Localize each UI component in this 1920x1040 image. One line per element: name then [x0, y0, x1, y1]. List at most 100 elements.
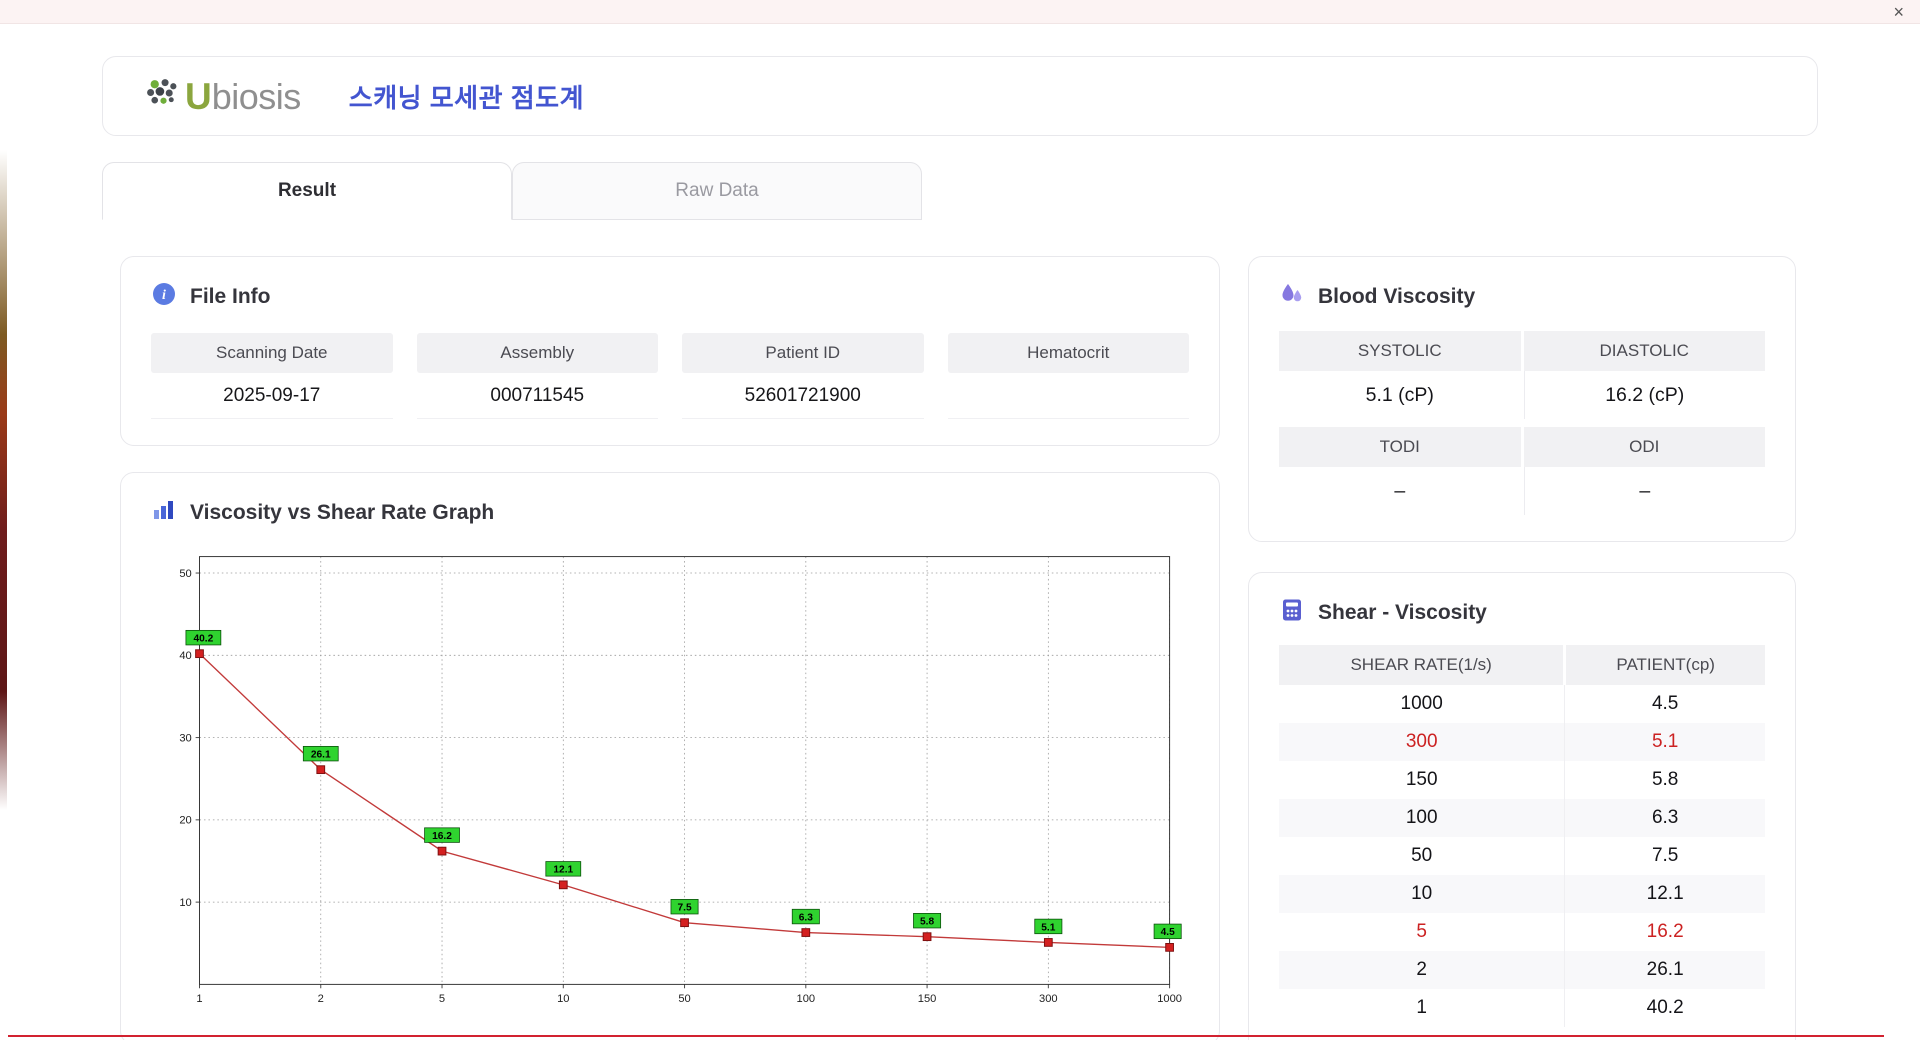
- todi-value: –: [1394, 479, 1406, 502]
- table-row: 10 12.1: [1279, 875, 1765, 913]
- patient-cell: 26.1: [1564, 951, 1765, 989]
- shear-rate-cell: 50: [1279, 837, 1566, 875]
- page-title: 스캐닝 모세관 점도계: [348, 82, 585, 113]
- svg-text:100: 100: [797, 993, 816, 1005]
- graph-title-text: Viscosity vs Shear Rate Graph: [190, 501, 495, 524]
- blood-viscosity-title-text: Blood Viscosity: [1318, 285, 1476, 308]
- calculator-icon: [1279, 597, 1305, 629]
- field-assembly: Assembly 000711545: [416, 333, 658, 419]
- field-label: Scanning Date: [151, 333, 393, 373]
- shear-rate-column-header: SHEAR RATE(1/s): [1279, 645, 1567, 685]
- patient-cell: 7.5: [1651, 845, 1679, 866]
- table-row: 100 6.3: [1279, 799, 1765, 837]
- field-value: 000711545: [416, 373, 658, 419]
- svg-text:40: 40: [179, 650, 191, 662]
- field-patient-id: Patient ID 52601721900: [682, 333, 924, 419]
- field-value: 52601721900: [682, 373, 924, 419]
- shear-rate-cell: 150: [1279, 761, 1566, 799]
- svg-text:50: 50: [179, 568, 191, 580]
- patient-cell: 5.8: [1651, 769, 1679, 790]
- patient-cell: 6.3: [1564, 799, 1765, 837]
- logo-rest: biosis: [211, 75, 302, 117]
- viscosity-chart: 1 2 5 10 50 100 150 300 1000 10 20 30 40 50 40.2 26.1 16…: [151, 543, 1189, 1018]
- shear-viscosity-table: SHEAR RATE(1/s) PATIENT(cp) 1000 4.5 300 5.…: [1279, 645, 1765, 1027]
- svg-text:1: 1: [196, 993, 202, 1005]
- file-info-fields: Scanning Date 2025-09-17 Assembly 000711…: [151, 333, 1189, 419]
- svg-text:2: 2: [318, 993, 324, 1005]
- left-edge-artifact: [0, 150, 7, 810]
- info-icon: i: [151, 281, 177, 313]
- bottom-edge-artifact: [8, 1035, 1884, 1037]
- diastolic-header: DIASTOLIC: [1523, 331, 1765, 371]
- shear-rate-cell: 2: [1279, 951, 1566, 989]
- svg-text:5.8: 5.8: [920, 917, 934, 928]
- shear-viscosity-title: Shear - Viscosity: [1279, 597, 1765, 629]
- close-icon[interactable]: ×: [1893, 1, 1904, 23]
- table-row: 2 26.1: [1279, 951, 1765, 989]
- table-row: 1 40.2: [1279, 989, 1765, 1027]
- todi-header: TODI: [1279, 427, 1521, 467]
- field-scanning-date: Scanning Date 2025-09-17: [151, 333, 393, 419]
- app-window: Ubiosis 스캐닝 모세관 점도계 Result Raw Data i Fi…: [102, 0, 1818, 1040]
- logo-mark-icon: [145, 78, 181, 114]
- svg-text:30: 30: [179, 732, 191, 744]
- svg-text:50: 50: [678, 993, 690, 1005]
- tab-bar: Result Raw Data: [102, 162, 1818, 220]
- svg-text:40.2: 40.2: [193, 634, 213, 645]
- table-row: 5 16.2: [1279, 913, 1765, 951]
- svg-text:10: 10: [557, 993, 569, 1005]
- shear-rate-cell: 10: [1279, 875, 1566, 913]
- file-info-card: i File Info Scanning Date 2025-09-17 Ass…: [120, 256, 1220, 446]
- main-content: i File Info Scanning Date 2025-09-17 Ass…: [102, 256, 1818, 1040]
- window-titlebar: ×: [0, 0, 1920, 24]
- systolic-diastolic-group: SYSTOLIC DIASTOLIC 5.1 (cP) 16.2 (cP): [1279, 331, 1765, 419]
- logo-letter-u: U: [185, 75, 212, 117]
- shear-viscosity-title-text: Shear - Viscosity: [1318, 601, 1487, 624]
- systolic-value: 5.1 (cP): [1365, 383, 1434, 406]
- svg-text:20: 20: [179, 815, 191, 827]
- shear-rate-cell: 1: [1279, 989, 1566, 1027]
- svg-text:300: 300: [1039, 993, 1058, 1005]
- blood-viscosity-card: Blood Viscosity SYSTOLIC DIASTOLIC 5.1 (…: [1248, 256, 1796, 542]
- svg-text:16.2: 16.2: [432, 831, 452, 842]
- svg-text:i: i: [162, 288, 166, 303]
- tab-result[interactable]: Result: [102, 162, 512, 220]
- header: Ubiosis 스캐닝 모세관 점도계: [102, 56, 1818, 136]
- svg-text:12.1: 12.1: [553, 865, 573, 876]
- svg-text:1000: 1000: [1157, 993, 1182, 1005]
- field-label: Hematocrit: [947, 333, 1189, 373]
- systolic-header: SYSTOLIC: [1279, 331, 1521, 371]
- table-row: 50 7.5: [1279, 837, 1765, 875]
- patient-cell: 5.1: [1564, 723, 1765, 761]
- svg-text:150: 150: [918, 993, 937, 1005]
- patient-cell: 40.2: [1646, 997, 1684, 1018]
- svg-text:6.3: 6.3: [799, 912, 813, 923]
- ubiosis-logo: Ubiosis: [145, 78, 301, 115]
- patient-cell: 12.1: [1564, 875, 1765, 913]
- shear-viscosity-card: Shear - Viscosity SHEAR RATE(1/s) PATIEN…: [1248, 572, 1796, 1040]
- shear-rate-cell: 5: [1279, 913, 1566, 951]
- svg-text:7.5: 7.5: [677, 903, 691, 914]
- blood-viscosity-title: Blood Viscosity: [1279, 281, 1765, 313]
- svg-text:5: 5: [439, 993, 445, 1005]
- svg-text:10: 10: [179, 897, 191, 909]
- diastolic-value: 16.2 (cP): [1523, 371, 1766, 419]
- logo-text: Ubiosis: [185, 78, 301, 115]
- svg-text:5.1: 5.1: [1041, 922, 1055, 933]
- tab-raw-data[interactable]: Raw Data: [512, 162, 922, 220]
- shear-rate-cell: 100: [1279, 799, 1566, 837]
- bar-chart-icon: [151, 497, 177, 529]
- field-label: Patient ID: [682, 333, 924, 373]
- table-row: 300 5.1: [1279, 723, 1765, 761]
- patient-cell: 16.2: [1646, 921, 1684, 942]
- table-row: 150 5.8: [1279, 761, 1765, 799]
- shear-rate-cell: 1000: [1279, 685, 1566, 723]
- todi-odi-group: TODI ODI – –: [1279, 427, 1765, 515]
- field-label: Assembly: [416, 333, 658, 373]
- svg-text:4.5: 4.5: [1161, 927, 1175, 938]
- droplet-icon: [1279, 281, 1305, 313]
- table-row: 1000 4.5: [1279, 685, 1765, 723]
- viscosity-chart-svg: 1 2 5 10 50 100 150 300 1000 10 20 30 40 50 40.2 26.1 16…: [179, 556, 1182, 1005]
- file-info-title-text: File Info: [190, 285, 271, 308]
- shear-rate-cell: 300: [1279, 723, 1566, 761]
